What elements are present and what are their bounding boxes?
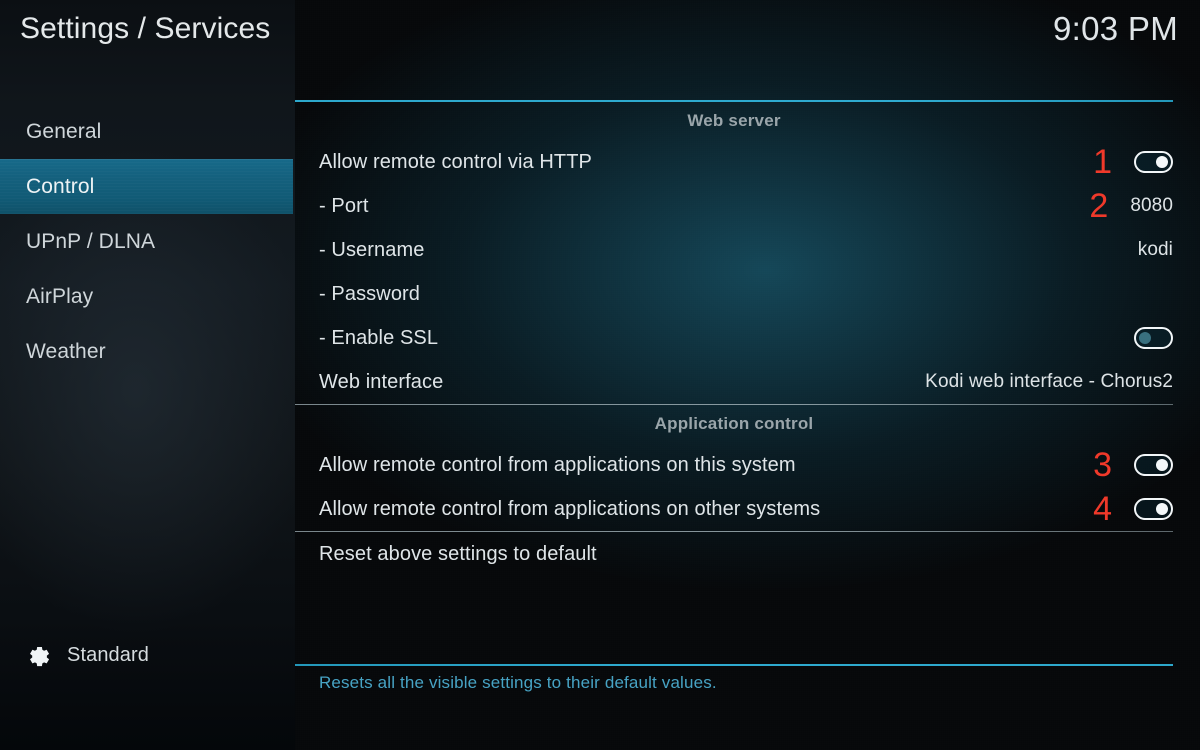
- setting-row-username[interactable]: - Username kodi: [295, 228, 1200, 272]
- toggle-knob: [1156, 503, 1168, 515]
- toggle-knob: [1156, 156, 1168, 168]
- section-header-application-control: Application control: [295, 405, 1200, 443]
- setting-label: - Username: [319, 238, 425, 261]
- sidebar-item-general[interactable]: General: [0, 104, 293, 159]
- sidebar-item-airplay[interactable]: AirPlay: [0, 269, 293, 324]
- toggle-enable-ssl[interactable]: [1134, 327, 1173, 349]
- settings-level-button[interactable]: Standard: [26, 642, 149, 669]
- page-title: Settings / Services: [20, 12, 271, 45]
- settings-level-label: Standard: [67, 644, 149, 666]
- setting-label: - Port: [319, 194, 369, 217]
- sidebar-item-label: Control: [26, 174, 95, 198]
- setting-value-port[interactable]: 8080: [1130, 195, 1173, 217]
- setting-row-enable-ssl[interactable]: - Enable SSL: [295, 316, 1200, 360]
- sidebar-item-label: UPnP / DLNA: [26, 229, 156, 253]
- annotation-marker-3: 3: [1093, 446, 1112, 484]
- panel-bottom-accent-line: [295, 664, 1173, 666]
- setting-label: Allow remote control via HTTP: [319, 150, 592, 173]
- setting-label: - Enable SSL: [319, 326, 439, 349]
- sidebar-item-label: Weather: [26, 339, 106, 363]
- annotation-marker-4: 4: [1093, 490, 1112, 528]
- setting-label: Web interface: [319, 370, 444, 393]
- setting-value-username[interactable]: kodi: [1138, 239, 1173, 261]
- sidebar-item-control[interactable]: Control: [0, 159, 293, 214]
- toggle-knob: [1156, 459, 1168, 471]
- sidebar-item-upnp-dlna[interactable]: UPnP / DLNA: [0, 214, 293, 269]
- setting-row-remote-other-systems[interactable]: Allow remote control from applications o…: [295, 487, 1200, 531]
- section-header-web-server: Web server: [295, 102, 1200, 140]
- toggle-remote-this-system[interactable]: [1134, 454, 1173, 476]
- setting-row-web-interface[interactable]: Web interface Kodi web interface - Choru…: [295, 360, 1200, 404]
- section-header-label: Application control: [654, 414, 814, 433]
- annotation-marker-1: 1: [1093, 143, 1112, 181]
- sidebar-item-weather[interactable]: Weather: [0, 324, 293, 379]
- setting-row-remote-this-system[interactable]: Allow remote control from applications o…: [295, 443, 1200, 487]
- sidebar-item-label: General: [26, 119, 102, 143]
- setting-label: Reset above settings to default: [319, 542, 597, 565]
- settings-rows: Web server Allow remote control via HTTP…: [295, 102, 1200, 576]
- toggle-knob: [1139, 332, 1151, 344]
- sidebar-category-list: General Control UPnP / DLNA AirPlay Weat…: [0, 104, 293, 379]
- gear-icon: [26, 642, 53, 669]
- setting-label: - Password: [319, 282, 421, 305]
- annotation-marker-2: 2: [1089, 187, 1109, 225]
- kodi-settings-screen: Settings / Services 9:03 PM General Cont…: [0, 0, 1200, 750]
- section-header-label: Web server: [687, 111, 781, 130]
- setting-row-password[interactable]: - Password: [295, 272, 1200, 316]
- settings-panel: Web server Allow remote control via HTTP…: [295, 100, 1200, 666]
- setting-label: Allow remote control from applications o…: [319, 497, 821, 520]
- setting-row-reset-defaults[interactable]: Reset above settings to default: [295, 532, 1200, 576]
- help-text: Resets all the visible settings to their…: [319, 673, 717, 692]
- clock: 9:03 PM: [1053, 10, 1178, 47]
- sidebar-item-label: AirPlay: [26, 284, 94, 308]
- setting-value-web-interface[interactable]: Kodi web interface - Chorus2: [925, 371, 1173, 393]
- toggle-allow-remote-http[interactable]: [1134, 151, 1173, 173]
- setting-row-port[interactable]: - Port 2 8080: [295, 184, 1200, 228]
- setting-row-allow-remote-http[interactable]: Allow remote control via HTTP 1: [295, 140, 1200, 184]
- setting-label: Allow remote control from applications o…: [319, 453, 796, 476]
- toggle-remote-other-systems[interactable]: [1134, 498, 1173, 520]
